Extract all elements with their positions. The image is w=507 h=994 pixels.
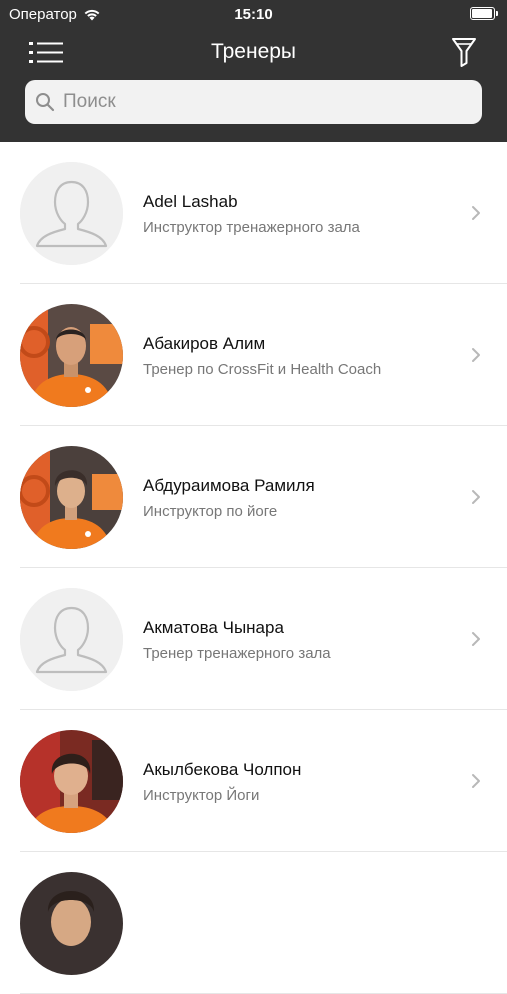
trainer-name: Абакиров Алим: [143, 334, 266, 353]
avatar-placeholder: [20, 588, 123, 691]
trainer-role: Инструктор Йоги: [143, 787, 260, 804]
trainer-photo: [20, 730, 123, 833]
avatar-placeholder: [20, 162, 123, 265]
filter-button[interactable]: [451, 36, 477, 68]
chevron-right-icon: [472, 632, 480, 646]
status-time: 15:10: [234, 6, 273, 23]
trainer-photo: [20, 872, 123, 975]
avatar-photo: [20, 304, 123, 407]
person-silhouette-icon: [20, 588, 123, 691]
chevron-right-icon: [472, 348, 480, 362]
page-title: Тренеры: [210, 40, 297, 63]
trainer-row-partial[interactable]: [0, 852, 507, 994]
trainer-name: Акматова Чынара: [143, 618, 284, 637]
avatar-photo: [20, 872, 123, 975]
search-icon: [36, 93, 55, 112]
person-silhouette-icon: [20, 162, 123, 265]
trainer-role: Тренер тренажерного зала: [143, 645, 331, 662]
trainer-list: Adel Lashab Инструктор тренажерного зала…: [0, 142, 507, 994]
trainer-role: Инструктор по йоге: [143, 503, 278, 520]
chevron-right-icon: [472, 774, 480, 788]
trainer-photo: [20, 304, 123, 407]
trainer-name: Акылбекова Чолпон: [143, 760, 302, 779]
trainer-name: Абдураимова Рамиля: [143, 476, 315, 495]
trainer-photo: [20, 446, 123, 549]
header: Оператор 15:10 Тренеры: [0, 0, 507, 142]
search-bar[interactable]: [25, 80, 482, 124]
trainer-role: Тренер по CrossFit и Health Coach: [143, 361, 382, 378]
search-input[interactable]: [61, 90, 465, 114]
chevron-right-icon: [472, 490, 480, 504]
trainer-row-adel-lashab[interactable]: Adel Lashab Инструктор тренажерного зала: [0, 142, 507, 284]
chevron-right-icon: [472, 206, 480, 220]
avatar-photo: [20, 446, 123, 549]
trainer-row-akmatova-chynara[interactable]: Акматова Чынара Тренер тренажерного зала: [0, 568, 507, 710]
trainer-row-abakirov-alim[interactable]: Абакиров Алим Тренер по CrossFit и Healt…: [0, 284, 507, 426]
trainer-row-akylbekova-cholpon[interactable]: Акылбекова Чолпон Инструктор Йоги: [0, 710, 507, 852]
trainer-role: Инструктор тренажерного зала: [143, 219, 360, 236]
trainer-row-abduraimova-ramilya[interactable]: Абдураимова Рамиля Инструктор по йоге: [0, 426, 507, 568]
avatar-photo: [20, 730, 123, 833]
trainer-name: Adel Lashab: [143, 192, 238, 211]
navigation-bar: Тренеры: [0, 28, 507, 76]
filter-funnel-icon: [452, 38, 476, 67]
battery-icon: [470, 7, 498, 20]
status-bar: Оператор 15:10: [0, 0, 507, 28]
